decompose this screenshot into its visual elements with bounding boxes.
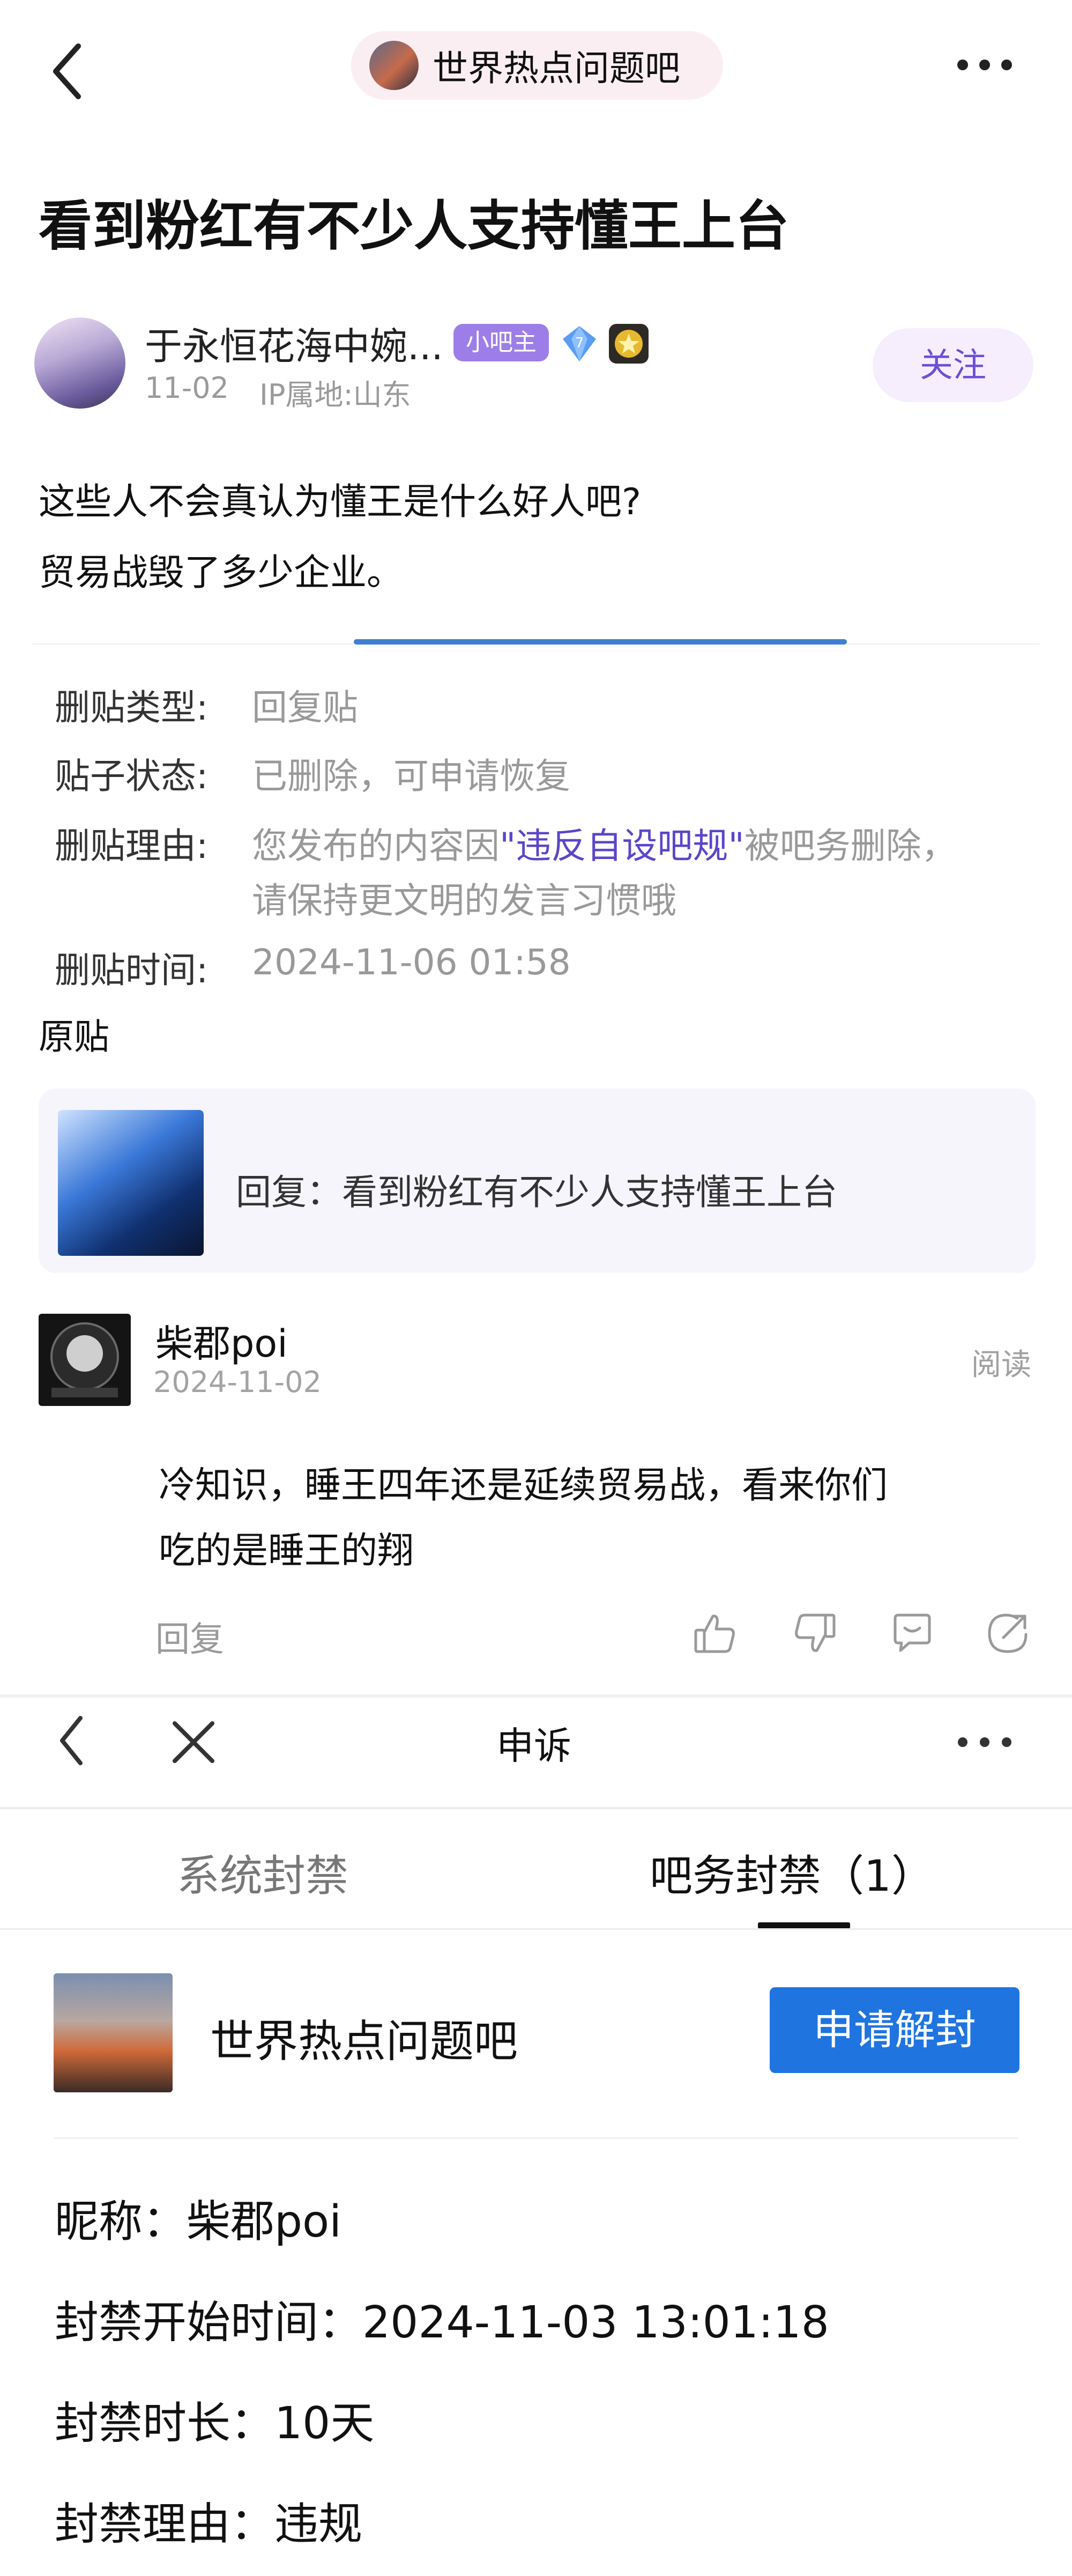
post-ip-location: IP属地:山东 xyxy=(259,378,411,412)
comment-icon[interactable] xyxy=(890,1611,935,1656)
thumbs-down-icon[interactable] xyxy=(792,1611,837,1656)
post-body-line: 这些人不会真认为懂王是什么好人吧? xyxy=(39,481,642,523)
delete-reason-line2: 请保持更文明的发言习惯哦 xyxy=(252,880,676,921)
author-avatar[interactable] xyxy=(34,317,125,409)
share-icon[interactable] xyxy=(985,1611,1030,1656)
author-name[interactable]: 于永恒花海中婉... xyxy=(145,316,443,371)
post-status-label: 贴子状态: xyxy=(55,756,209,797)
divider xyxy=(0,1928,1072,1930)
tab-forum-ban[interactable]: 吧务封禁（1） xyxy=(650,1841,934,1904)
post-body-line: 贸易战毁了多少企业。 xyxy=(39,552,404,594)
delete-reason-value: 您发布的内容因"违反自设吧规"被吧务删除， xyxy=(252,817,957,869)
forum-avatar xyxy=(369,41,419,90)
level-badge-text: 7 xyxy=(575,335,584,351)
section-divider xyxy=(0,1694,1072,1698)
reply-text-line: 吃的是睡王的翔 xyxy=(159,1530,414,1572)
follow-button[interactable]: 关注 xyxy=(873,328,1033,402)
reply-button[interactable]: 回复 xyxy=(155,1612,224,1661)
ban-duration: 封禁时长：10天 xyxy=(55,2398,375,2449)
post-image-edge xyxy=(354,639,847,645)
back-icon[interactable] xyxy=(49,42,84,101)
reply-author-name[interactable]: 柴郡poi xyxy=(155,1314,288,1368)
request-unban-button[interactable]: 申请解封 xyxy=(770,1987,1019,2073)
post-date: 11-02 xyxy=(145,371,229,405)
forum-rules-link[interactable]: "违反自设吧规" xyxy=(500,825,745,867)
read-link[interactable]: 阅读 xyxy=(971,1341,1031,1384)
back-icon[interactable] xyxy=(57,1714,85,1767)
forum-thumbnail xyxy=(54,1973,173,2092)
ban-start-time: 封禁开始时间：2024-11-03 13:01:18 xyxy=(55,2297,829,2348)
delete-type-value: 回复贴 xyxy=(252,687,358,728)
ban-reason: 封禁理由：违规 xyxy=(55,2499,363,2550)
quoted-post-thumbnail xyxy=(58,1110,204,1256)
thumbs-up-icon[interactable] xyxy=(693,1611,738,1656)
delete-reason-text: 您发布的内容因 xyxy=(252,825,500,867)
original-post-label: 原贴 xyxy=(39,1016,109,1057)
delete-time-value: 2024-11-06 01:58 xyxy=(252,942,571,983)
tab-system-ban[interactable]: 系统封禁 xyxy=(177,1841,348,1904)
appeal-title: 申诉 xyxy=(496,1724,571,1768)
level-badge-icon: 7 xyxy=(560,324,599,364)
reply-date: 2024-11-02 xyxy=(153,1365,322,1399)
forum-name: 世界热点问题吧 xyxy=(433,48,680,89)
forum-pill[interactable]: 世界热点问题吧 xyxy=(351,31,723,100)
ban-nickname: 昵称：柴郡poi xyxy=(55,2196,342,2247)
delete-reason-label: 删贴理由: xyxy=(55,825,209,867)
medal-icon xyxy=(607,322,651,366)
banned-forum-name: 世界热点问题吧 xyxy=(210,2016,518,2067)
divider xyxy=(0,1807,1072,1809)
quoted-post-text: 回复：看到粉红有不少人支持懂王上台 xyxy=(236,1172,837,1213)
owner-badge: 小吧主 xyxy=(453,324,549,361)
delete-reason-text: 被吧务删除， xyxy=(744,825,957,867)
post-title: 看到粉红有不少人支持懂王上台 xyxy=(39,195,789,257)
delete-type-label: 删贴类型: xyxy=(55,687,209,728)
reply-avatar[interactable] xyxy=(39,1314,131,1406)
more-icon[interactable] xyxy=(955,1735,1014,1749)
divider xyxy=(54,2137,1018,2139)
more-icon[interactable] xyxy=(955,57,1014,73)
close-icon[interactable] xyxy=(170,1719,217,1765)
delete-time-label: 删贴时间: xyxy=(55,950,209,991)
post-status-value: 已删除，可申请恢复 xyxy=(252,756,570,797)
reply-text-line: 冷知识，睡王四年还是延续贸易战，看来你们 xyxy=(159,1464,888,1507)
